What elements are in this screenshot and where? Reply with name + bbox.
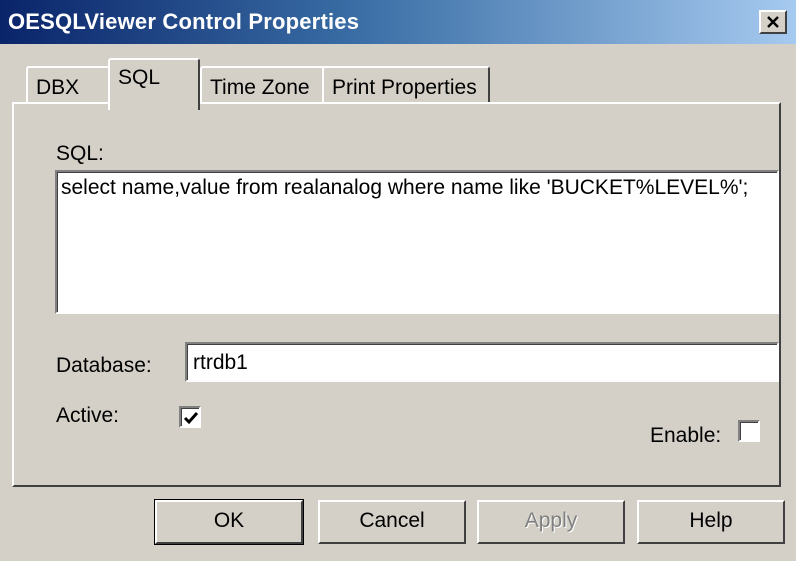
sql-label: SQL: — [56, 142, 104, 165]
tab-label: Print Properties — [332, 76, 477, 99]
sql-query-text: select name,value from realanalog where … — [61, 176, 749, 199]
tab-sql[interactable]: SQL — [108, 58, 200, 110]
checkmark-icon — [183, 412, 199, 425]
help-button[interactable]: Help — [637, 500, 785, 544]
apply-button[interactable]: Apply — [477, 500, 625, 544]
tab-label: SQL — [118, 66, 161, 89]
database-label: Database: — [56, 354, 152, 377]
ok-button[interactable]: OK — [154, 499, 304, 545]
active-checkbox[interactable] — [179, 406, 201, 428]
enable-label: Enable: — [650, 424, 722, 447]
tab-label: Time Zone — [210, 76, 310, 99]
tab-time-zone[interactable]: Time Zone — [200, 66, 326, 106]
active-label: Active: — [56, 404, 120, 427]
enable-checkbox[interactable] — [738, 420, 760, 442]
tab-print-properties[interactable]: Print Properties — [322, 66, 490, 106]
sql-textarea[interactable]: select name,value from realanalog where … — [55, 170, 779, 314]
window-title: OESQLViewer Control Properties — [8, 9, 360, 34]
tab-dbx[interactable]: DBX — [26, 66, 110, 106]
title-bar: OESQLViewer Control Properties — [0, 0, 796, 44]
sql-tab-panel: SQL: select name,value from realanalog w… — [12, 102, 781, 487]
database-field[interactable]: rtrdb1 — [185, 342, 779, 382]
close-button[interactable] — [759, 10, 787, 34]
close-icon — [766, 12, 780, 34]
database-value: rtrdb1 — [193, 351, 248, 374]
cancel-button[interactable]: Cancel — [318, 500, 466, 544]
tab-label: DBX — [36, 76, 80, 99]
